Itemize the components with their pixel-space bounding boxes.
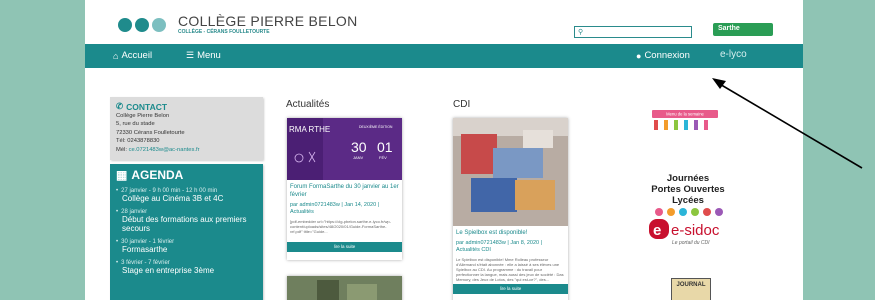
elyco-link[interactable]: e-lyco	[720, 49, 747, 60]
news-heading: Actualités	[286, 99, 330, 110]
news-card: RMA RTHE DEUXIÈME ÉDITION 30 01 JANV FÉV…	[287, 118, 402, 260]
thumb-date-b: 01	[377, 139, 393, 155]
bullet-icon: •	[116, 188, 119, 194]
nav-menu-label: Menu	[197, 50, 221, 61]
contact-box: ✆ CONTACT Collège Pierre Belon 5, rue du…	[110, 97, 263, 160]
read-more-button[interactable]: lire la suite	[453, 284, 568, 294]
bullet-icon: •	[116, 239, 119, 245]
cdi-heading: CDI	[453, 99, 471, 110]
cdi-card: Le Spielbox est disponible! par admin072…	[453, 118, 568, 300]
agenda-text: Formasarthe	[122, 245, 168, 254]
jpo-line: Journées	[666, 173, 710, 184]
bullet-icon: •	[116, 260, 119, 266]
search-icon: ⚲	[578, 29, 584, 36]
contact-line: 5, rue du stade	[116, 121, 155, 128]
email-prefix: Mél:	[116, 146, 127, 153]
read-more-button[interactable]: lire la suite	[287, 242, 402, 252]
contact-email-line: Mél: ce.0721483w@ac-nantes.fr	[116, 146, 257, 154]
agenda-heading: ▦ AGENDA	[116, 168, 257, 182]
bullet-icon: •	[116, 209, 119, 215]
agenda-title: AGENDA	[131, 168, 184, 182]
agenda-item[interactable]: • 3 février - 7 février Stage en entrepri…	[116, 260, 257, 275]
main-nav: ⌂ Accueil ☰ Menu ● Connexion e-lyco	[85, 44, 803, 68]
nav-home-label: Accueil	[121, 50, 153, 61]
nav-home[interactable]: ⌂ Accueil	[113, 50, 152, 61]
menu-de-la-semaine-banner[interactable]: Menu de la semaine	[648, 108, 728, 136]
logo-dot	[118, 17, 132, 32]
cdi-thumbnail[interactable]	[453, 118, 568, 226]
phone-icon: ✆	[116, 101, 124, 111]
logo-dots	[118, 17, 166, 32]
cdi-title[interactable]: Le Spielbox est disponible!	[456, 230, 566, 238]
news-title[interactable]: Forum FormaSarthe du 30 janvier au 1er f…	[290, 184, 400, 199]
news-meta: par admin0721483w | Jan 14, 2020 |	[290, 202, 380, 208]
news-card	[287, 276, 402, 300]
thumb-date-a: 30	[351, 139, 367, 155]
utensil-icon	[694, 120, 698, 130]
agenda-text: Collège au Cinéma 3B et 4C	[122, 194, 224, 203]
page: COLLÈGE PIERRE BELON COLLÈGE - CÉRANS FO…	[85, 0, 803, 300]
esidoc-label: e-sidoc	[671, 222, 720, 239]
agenda-item[interactable]: • 28 janvier Début des formations aux pre…	[116, 209, 257, 233]
agenda-box: ▦ AGENDA • 27 janvier - 9 h 00 min - 12 h…	[110, 164, 263, 300]
cdi-meta: par admin0721483w | Jan 8, 2020 |	[456, 240, 543, 246]
cdi-category[interactable]: Actualités CDI	[456, 247, 566, 254]
school-name: COLLÈGE PIERRE BELON	[178, 13, 358, 29]
svg-text:e: e	[653, 222, 661, 239]
news-meta-block: par admin0721483w | Jan 14, 2020 | Actua…	[290, 202, 400, 216]
nav-menu[interactable]: ☰ Menu	[186, 50, 221, 61]
agenda-text: Début des formations aux premiers secour…	[122, 215, 247, 233]
utensil-icon	[674, 120, 678, 130]
contact-line: Tél: 0243878830	[116, 138, 160, 145]
thumb-left-text: RMA RTHE	[289, 125, 330, 134]
login-link[interactable]: ● Connexion	[636, 50, 690, 61]
agenda-item[interactable]: • 27 janvier - 9 h 00 min - 12 h 00 min C…	[116, 188, 257, 203]
email-link[interactable]: ce.0721483w@ac-nantes.fr	[129, 147, 200, 153]
utensil-icon	[684, 120, 688, 130]
logo-dot	[135, 17, 149, 32]
user-icon: ●	[636, 50, 642, 61]
login-label: Connexion	[644, 50, 690, 61]
thumb-month-a: JANV	[353, 155, 364, 160]
utensil-icon	[654, 120, 658, 130]
news-category[interactable]: Actualités	[290, 209, 400, 216]
contact-line: 72330 Cérans Foulletourte	[116, 129, 185, 136]
week-menu-label: Menu de la semaine	[666, 112, 704, 117]
jpo-line: Lycées	[672, 195, 704, 206]
jpo-line: Portes Ouvertes	[651, 184, 725, 195]
news-thumbnail[interactable]: RMA RTHE DEUXIÈME ÉDITION 30 01 JANV FÉV	[287, 118, 402, 180]
school-subtitle: COLLÈGE - CÉRANS FOULLETOURTE	[178, 29, 270, 35]
cdi-excerpt: Le Spielbox est disponible! Mme Rolleau …	[456, 257, 564, 282]
contact-title: CONTACT	[126, 101, 168, 112]
esidoc-subtitle: Le portail du CDI	[672, 240, 710, 246]
logo-dot	[152, 17, 166, 32]
journal-label: JOURNAL	[676, 282, 706, 288]
calendar-icon: ▦	[116, 168, 128, 182]
hamburger-icon: ☰	[186, 50, 195, 60]
contact-line: Collège Pierre Belon	[116, 113, 170, 119]
journal-thumbnail[interactable]: JOURNAL	[671, 278, 711, 300]
jpo-link[interactable]: Journées Portes Ouvertes Lycées	[638, 173, 738, 206]
sarthe-logo[interactable]: Sarthe	[713, 23, 773, 36]
news-excerpt: [pdf-embedder url="https://clg-pbelon.sa…	[290, 219, 391, 234]
search-input[interactable]: ⚲	[574, 26, 692, 38]
school-logo[interactable]: COLLÈGE PIERRE BELON COLLÈGE - CÉRANS FO…	[118, 14, 358, 35]
thumb-month-b: FÉV	[379, 155, 387, 160]
sarthe-label: Sarthe	[718, 25, 740, 32]
agenda-text: Stage en entreprise 3ème	[122, 266, 215, 275]
utensil-icon	[664, 120, 668, 130]
thumb-edition: DEUXIÈME ÉDITION	[359, 124, 393, 129]
agenda-item[interactable]: • 30 janvier - 1 février Formasarthe	[116, 239, 257, 254]
home-icon: ⌂	[113, 50, 119, 61]
contact-heading: ✆ CONTACT	[116, 101, 257, 112]
news-thumbnail[interactable]	[287, 276, 402, 300]
cdi-meta-block: par admin0721483w | Jan 8, 2020 | Actual…	[456, 240, 566, 254]
utensil-icon	[704, 120, 708, 130]
